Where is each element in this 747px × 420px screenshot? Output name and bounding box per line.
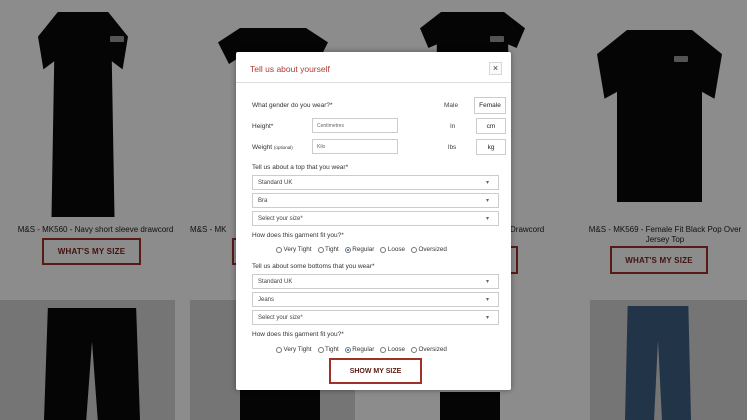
bottoms-fit-loose[interactable]: Loose — [380, 346, 405, 353]
modal-title: Tell us about yourself — [250, 64, 330, 74]
bottoms-garment-value: Jeans — [258, 297, 275, 303]
top-fit-tight[interactable]: Tight — [317, 246, 339, 253]
top-fit-regular[interactable]: Regular — [344, 246, 375, 253]
radio-selected-icon — [344, 246, 351, 253]
fit-option-label: Regular — [352, 246, 375, 253]
fit-option-label: Very Tight — [283, 246, 312, 253]
top-size-value: Select your size* — [258, 216, 303, 222]
fit-option-label: Tight — [325, 246, 339, 253]
height-label: Height* — [252, 123, 274, 130]
weight-label: Weight (optional) — [252, 144, 293, 151]
gender-question: What gender do you wear?* — [252, 102, 333, 109]
top-size-system-value: Standard UK — [258, 180, 293, 186]
top-fit-oversized[interactable]: Oversized — [411, 246, 447, 253]
chevron-down-icon: ▾ — [485, 180, 489, 186]
chevron-down-icon: ▾ — [485, 198, 489, 204]
chevron-down-icon: ▾ — [485, 315, 489, 321]
bottoms-fit-very-tight[interactable]: Very Tight — [276, 346, 312, 353]
bottoms-fit-radio-group: Very Tight Tight Regular Loose Oversized — [276, 346, 447, 353]
radio-icon — [276, 346, 282, 353]
top-garment-value: Bra — [258, 198, 268, 204]
gender-male-option[interactable]: Male — [444, 102, 458, 109]
radio-icon — [317, 346, 324, 353]
bottoms-question: Tell us about some bottoms that you wear… — [252, 263, 375, 270]
fit-option-label: Oversized — [418, 246, 447, 253]
close-icon[interactable]: × — [489, 62, 502, 75]
weight-input[interactable]: Kilo — [312, 139, 398, 154]
top-size-system-select[interactable]: Standard UK ▾ — [252, 175, 499, 190]
top-fit-loose[interactable]: Loose — [380, 246, 405, 253]
gender-female-button[interactable]: Female — [474, 97, 506, 114]
fit-option-label: Regular — [352, 346, 375, 353]
top-size-select[interactable]: Select your size* ▾ — [252, 211, 499, 226]
chevron-down-icon: ▾ — [485, 297, 489, 303]
top-fit-question: How does this garment fit you?* — [252, 232, 344, 239]
fit-option-label: Loose — [387, 246, 406, 253]
height-input[interactable]: Centimetres — [312, 118, 398, 133]
radio-selected-icon — [344, 346, 351, 353]
radio-icon — [317, 246, 324, 253]
radio-icon — [276, 246, 282, 253]
modal-divider — [236, 82, 511, 83]
bottoms-fit-regular[interactable]: Regular — [344, 346, 375, 353]
fit-option-label: Very Tight — [283, 346, 312, 353]
weight-label-text: Weight — [252, 144, 273, 151]
fit-option-label: Tight — [325, 346, 339, 353]
bottoms-garment-select[interactable]: Jeans ▾ — [252, 292, 499, 307]
fit-option-label: Loose — [387, 346, 406, 353]
height-unit-cm-button[interactable]: cm — [476, 118, 506, 134]
weight-unit-lbs[interactable]: lbs — [448, 144, 456, 151]
weight-unit-kg-button[interactable]: kg — [476, 139, 506, 155]
top-garment-select[interactable]: Bra ▾ — [252, 193, 499, 208]
radio-icon — [411, 346, 418, 353]
bottoms-size-system-value: Standard UK — [258, 279, 293, 285]
show-my-size-button[interactable]: SHOW MY SIZE — [329, 358, 422, 384]
fit-option-label: Oversized — [418, 346, 447, 353]
size-finder-modal: Tell us about yourself × What gender do … — [236, 52, 511, 390]
chevron-down-icon: ▾ — [485, 216, 489, 222]
bottoms-size-select[interactable]: Select your size* ▾ — [252, 310, 499, 325]
radio-icon — [411, 246, 418, 253]
radio-icon — [380, 346, 387, 353]
chevron-down-icon: ▾ — [485, 279, 489, 285]
top-question: Tell us about a top that you wear* — [252, 164, 349, 171]
weight-optional-text: (optional) — [273, 145, 293, 150]
radio-icon — [380, 246, 387, 253]
bottoms-fit-oversized[interactable]: Oversized — [411, 346, 447, 353]
bottoms-fit-tight[interactable]: Tight — [317, 346, 339, 353]
bottoms-size-value: Select your size* — [258, 315, 303, 321]
top-fit-very-tight[interactable]: Very Tight — [276, 246, 312, 253]
bottoms-size-system-select[interactable]: Standard UK ▾ — [252, 274, 499, 289]
top-fit-radio-group: Very Tight Tight Regular Loose Oversized — [276, 246, 447, 253]
bottoms-fit-question: How does this garment fit you?* — [252, 331, 344, 338]
height-unit-in[interactable]: In — [450, 123, 455, 130]
